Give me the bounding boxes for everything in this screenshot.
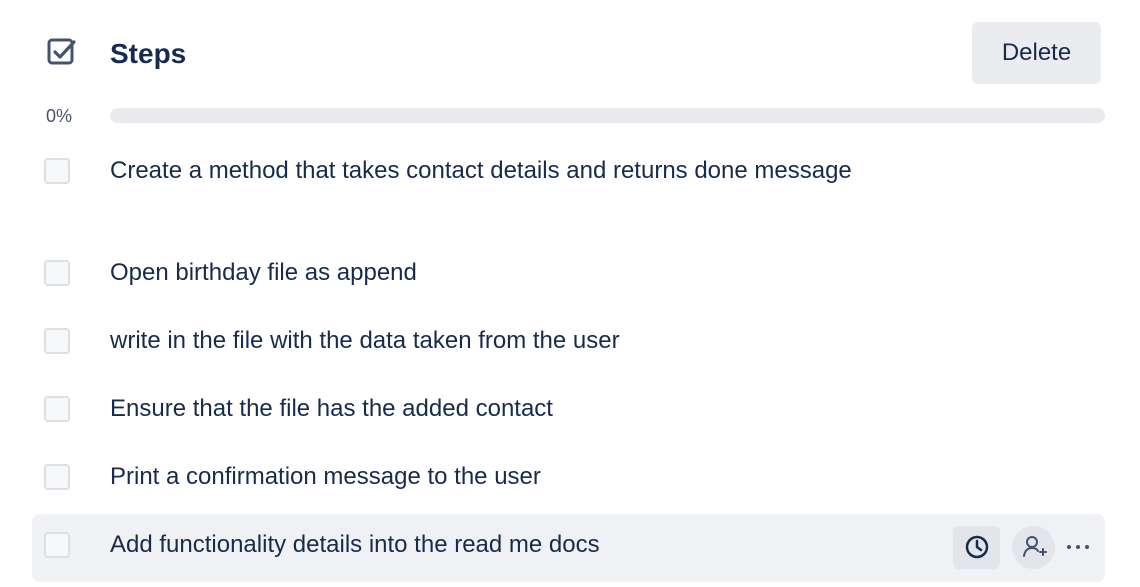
checklist-item[interactable]: Ensure that the file has the added conta…	[32, 378, 1105, 446]
item-checkbox[interactable]	[44, 158, 70, 184]
checklist-items: Create a method that takes contact detai…	[32, 140, 1105, 582]
progress-bar	[110, 108, 1105, 123]
checklist-item[interactable]: Create a method that takes contact detai…	[32, 140, 1105, 242]
checklist-header: Steps Delete	[0, 0, 1140, 100]
item-checkbox[interactable]	[44, 396, 70, 422]
checkbox-checked-icon	[46, 37, 76, 67]
more-horizontal-icon[interactable]	[1059, 526, 1097, 569]
checklist-item-label[interactable]: Add functionality details into the read …	[110, 526, 910, 564]
checklist-item-label[interactable]: Open birthday file as append	[110, 254, 910, 292]
checklist-item[interactable]: Open birthday file as append	[32, 242, 1105, 310]
item-checkbox[interactable]	[44, 532, 70, 558]
item-checkbox[interactable]	[44, 260, 70, 286]
checklist-item[interactable]: Add functionality details into the read …	[32, 514, 1105, 582]
checklist-item-label[interactable]: write in the file with the data taken fr…	[110, 322, 910, 360]
clock-icon[interactable]	[953, 525, 1000, 569]
checklist-item-label[interactable]: Create a method that takes contact detai…	[110, 152, 910, 190]
item-actions	[941, 525, 1097, 569]
checklist-item[interactable]: Print a confirmation message to the user	[32, 446, 1105, 514]
progress-percentage: 0%	[46, 106, 73, 126]
checklist-title: Steps	[110, 38, 187, 69]
checklist-item-label[interactable]: Ensure that the file has the added conta…	[110, 390, 910, 428]
checklist-item-label[interactable]: Print a confirmation message to the user	[110, 458, 910, 496]
item-checkbox[interactable]	[44, 464, 70, 490]
add-member-icon[interactable]	[1012, 525, 1055, 569]
checklist-item[interactable]: write in the file with the data taken fr…	[32, 310, 1105, 378]
checklist-panel: Steps Delete 0% Create a method that tak…	[0, 0, 1140, 587]
delete-checklist-button[interactable]: Delete	[972, 22, 1101, 84]
item-checkbox[interactable]	[44, 328, 70, 354]
